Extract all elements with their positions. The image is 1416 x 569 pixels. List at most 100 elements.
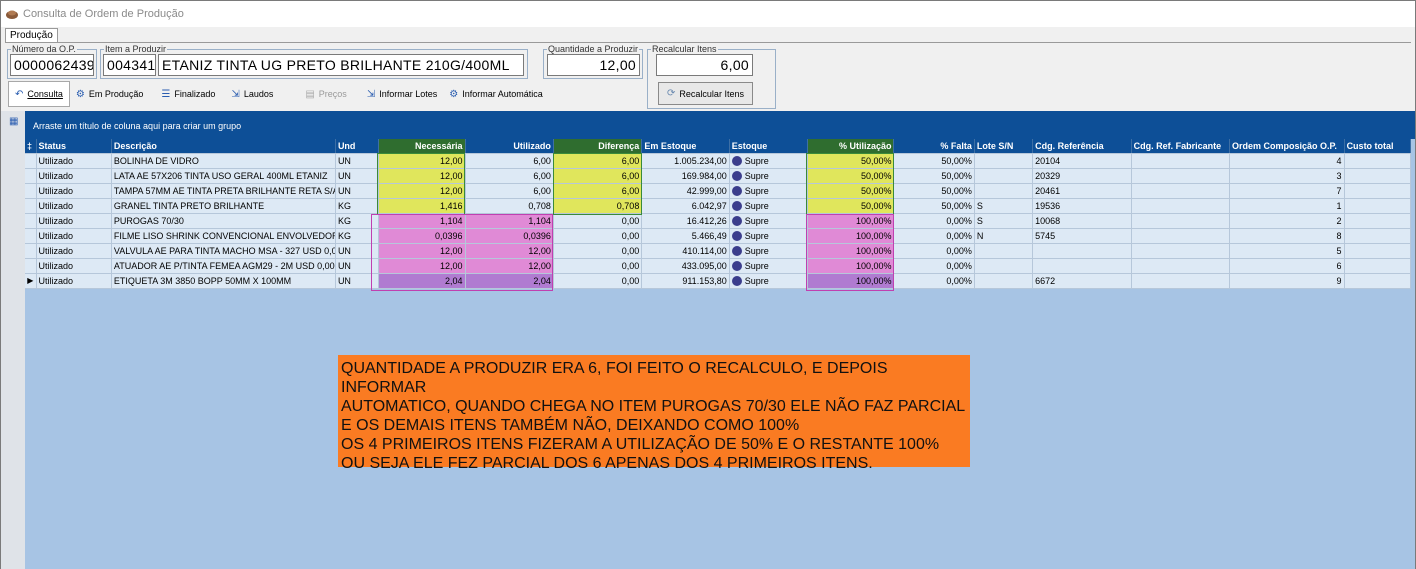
cell-und[interactable]: UN [335,258,380,274]
laudos-button[interactable]: ⇲ Laudos [225,81,279,107]
cell-descricao[interactable]: ATUADOR AE P/TINTA FEMEA AGM29 - 2M USD … [111,258,336,274]
cell-em-estoque[interactable]: 911.153,80 [641,273,730,289]
column-status[interactable]: Status [36,139,112,154]
cell-descricao[interactable]: GRANEL TINTA PRETO BRILHANTE [111,198,336,214]
cell-ref-fab[interactable] [1131,153,1231,169]
cell-utilizado[interactable]: 6,00 [465,183,554,199]
cell-necessaria[interactable]: 1,416 [378,198,466,214]
cell-descricao[interactable]: PUROGAS 70/30 [111,213,336,229]
cell-utilizacao[interactable]: 50,00% [807,153,895,169]
cell-und[interactable]: KG [335,228,380,244]
cell-em-estoque[interactable]: 42.999,00 [641,183,730,199]
row-selector[interactable]: ▶ [25,273,37,289]
cell-ref[interactable]: 10068 [1032,213,1132,229]
cell-status[interactable]: Utilizado [36,228,112,244]
cell-und[interactable]: UN [335,243,380,259]
cell-estoque[interactable]: Supre [729,198,809,214]
cell-falta[interactable]: 0,00% [893,258,975,274]
row-selector[interactable] [25,198,37,214]
table-row[interactable]: Utilizado BOLINHA DE VIDRO UN 12,00 6,00 6,00… [25,153,1412,169]
cell-lote[interactable]: N [974,228,1034,244]
item-description-field[interactable]: ETANIZ TINTA UG PRETO BRILHANTE 210G/400… [158,54,524,76]
cell-ref[interactable] [1032,243,1132,259]
cell-diferenca[interactable]: 0,708 [553,198,643,214]
column-lote[interactable]: Lote S/N [974,139,1034,154]
cell-ref[interactable] [1032,258,1132,274]
cell-falta[interactable]: 50,00% [893,168,975,184]
cell-custo[interactable] [1344,153,1412,169]
row-selector[interactable] [25,183,37,199]
cell-custo[interactable] [1344,258,1412,274]
cell-status[interactable]: Utilizado [36,273,112,289]
cell-lote[interactable] [974,168,1034,184]
column-ordem-composicao[interactable]: Ordem Composição O.P. [1229,139,1345,154]
cell-necessaria[interactable]: 12,00 [378,183,466,199]
cell-necessaria[interactable]: 0,0396 [378,228,466,244]
cell-falta[interactable]: 50,00% [893,183,975,199]
cell-status[interactable]: Utilizado [36,183,112,199]
column-descricao[interactable]: Descrição [111,139,336,154]
cell-custo[interactable] [1344,243,1412,259]
table-row[interactable]: Utilizado GRANEL TINTA PRETO BRILHANTE KG 1… [25,198,1412,214]
cell-falta[interactable]: 0,00% [893,213,975,229]
cell-em-estoque[interactable]: 6.042,97 [641,198,730,214]
cell-estoque[interactable]: Supre [729,243,809,259]
cell-falta[interactable]: 0,00% [893,228,975,244]
cell-utilizado[interactable]: 6,00 [465,153,554,169]
cell-lote[interactable] [974,258,1034,274]
cell-lote[interactable] [974,183,1034,199]
cell-em-estoque[interactable]: 169.984,00 [641,168,730,184]
cell-diferenca[interactable]: 6,00 [553,183,643,199]
cell-ref-fab[interactable] [1131,168,1231,184]
cell-descricao[interactable]: FILME LISO SHRINK CONVENCIONAL ENVOLVEDO… [111,228,336,244]
table-row[interactable]: Utilizado PUROGAS 70/30 KG 1,104 1,104 0,00 16… [25,213,1412,229]
cell-necessaria[interactable]: 12,00 [378,243,466,259]
group-by-panel[interactable]: Arraste um título de coluna aqui para cr… [25,111,1415,139]
cell-diferenca[interactable]: 6,00 [553,168,643,184]
cell-ref-fab[interactable] [1131,183,1231,199]
cell-lote[interactable] [974,273,1034,289]
cell-lote[interactable] [974,153,1034,169]
cell-falta[interactable]: 50,00% [893,198,975,214]
cell-status[interactable]: Utilizado [36,213,112,229]
cell-em-estoque[interactable]: 433.095,00 [641,258,730,274]
cell-lote[interactable]: S [974,198,1034,214]
cell-estoque[interactable]: Supre [729,273,809,289]
cell-necessaria[interactable]: 1,104 [378,213,466,229]
cell-necessaria[interactable]: 12,00 [378,168,466,184]
cell-estoque[interactable]: Supre [729,153,809,169]
row-selector[interactable] [25,258,37,274]
column-necessaria[interactable]: Necessária [378,139,466,154]
cell-und[interactable]: UN [335,168,380,184]
recalcular-itens-button[interactable]: ⟳ Recalcular Itens [658,82,753,105]
cell-ref-fab[interactable] [1131,258,1231,274]
cell-und[interactable]: UN [335,273,380,289]
cell-descricao[interactable]: LATA AE 57X206 TINTA USO GERAL 400ML ETA… [111,168,336,184]
table-row[interactable]: Utilizado ATUADOR AE P/TINTA FEMEA AGM29 … [25,258,1412,274]
column-selector[interactable]: ‡ [25,139,37,154]
cell-descricao[interactable]: BOLINHA DE VIDRO [111,153,336,169]
cell-ordem[interactable]: 1 [1229,198,1345,214]
cell-ref-fab[interactable] [1131,243,1231,259]
em-producao-button[interactable]: ⚙ Em Produção [70,81,150,107]
cell-utilizacao[interactable]: 100,00% [807,273,895,289]
cell-utilizacao[interactable]: 50,00% [807,198,895,214]
cell-ref-fab[interactable] [1131,213,1231,229]
table-row[interactable]: ▶ Utilizado ETIQUETA 3M 3850 BOPP 50MM X 1… [25,273,1412,289]
cell-necessaria[interactable]: 12,00 [378,153,466,169]
cell-em-estoque[interactable]: 1.005.234,00 [641,153,730,169]
cell-ref[interactable]: 6672 [1032,273,1132,289]
row-selector[interactable] [25,168,37,184]
cell-status[interactable]: Utilizado [36,198,112,214]
cell-diferenca[interactable]: 0,00 [553,273,643,289]
table-row[interactable]: Utilizado TAMPA 57MM AE TINTA PRETA BRILH… [25,183,1412,199]
row-selector[interactable] [25,243,37,259]
column-utilizado[interactable]: Utilizado [465,139,554,154]
cell-utilizado[interactable]: 12,00 [465,243,554,259]
cell-utilizacao[interactable]: 50,00% [807,183,895,199]
cell-estoque[interactable]: Supre [729,183,809,199]
cell-utilizacao[interactable]: 100,00% [807,228,895,244]
cell-custo[interactable] [1344,183,1412,199]
cell-utilizacao[interactable]: 100,00% [807,243,895,259]
cell-estoque[interactable]: Supre [729,258,809,274]
